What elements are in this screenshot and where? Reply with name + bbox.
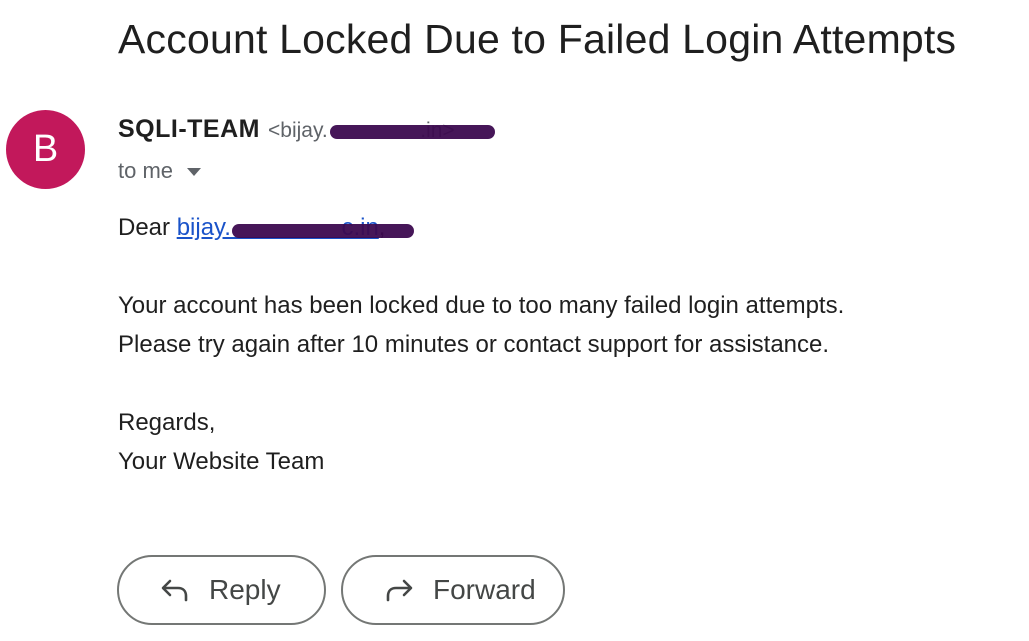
forward-button[interactable]: Forward <box>341 555 565 625</box>
reply-label: Reply <box>209 574 281 605</box>
sender-email: <bijay. .in> <box>268 119 495 143</box>
recipient-label: to me <box>118 158 174 183</box>
sender-line: SQLI-TEAM <bijay. .in> <box>118 115 495 144</box>
greeting-prefix: Dear <box>118 214 177 241</box>
forward-label: Forward <box>433 574 536 605</box>
recipient-email-link[interactable]: bijay. c.in <box>177 214 414 241</box>
email-view: Account Locked Due to Failed Login Attem… <box>0 0 1029 641</box>
email-body: Dear bijay. c.in, Your account has been … <box>118 208 844 481</box>
reply-arrow-icon <box>159 574 191 606</box>
email-subject: Account Locked Due to Failed Login Attem… <box>118 16 957 62</box>
greeting-line: Dear bijay. c.in, <box>118 208 844 247</box>
recipient-line[interactable]: to me <box>118 158 202 184</box>
sender-avatar[interactable]: B <box>6 110 85 189</box>
forward-arrow-icon <box>383 574 415 606</box>
avatar-letter: B <box>32 128 59 170</box>
body-line-2: Please try again after 10 minutes or con… <box>118 331 830 358</box>
redaction-mark <box>231 224 414 238</box>
sender-name[interactable]: SQLI-TEAM <box>118 115 260 144</box>
caret-down-icon[interactable] <box>187 168 202 176</box>
closing-line-2: Your Website Team <box>118 448 325 475</box>
redaction-mark <box>330 125 495 139</box>
closing-line-1: Regards, <box>118 409 216 436</box>
reply-button[interactable]: Reply <box>117 555 326 625</box>
body-line-1: Your account has been locked due to too … <box>118 292 845 319</box>
